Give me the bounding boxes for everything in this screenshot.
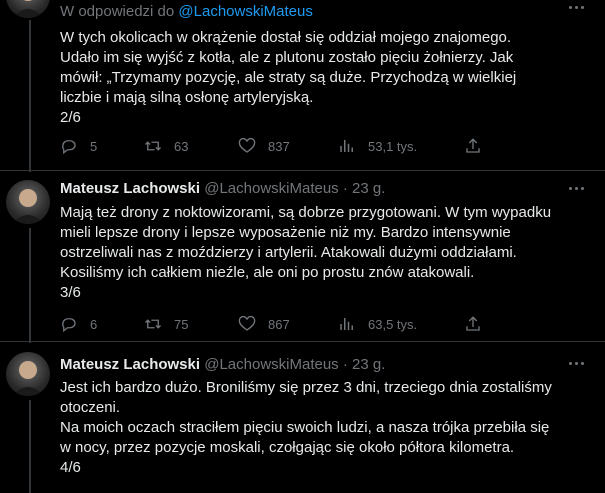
like-icon bbox=[238, 315, 256, 331]
share-icon bbox=[466, 316, 480, 331]
timestamp[interactable]: 23 g. bbox=[352, 180, 385, 197]
tweet-text-line: w nocy, przez pozycje moskali, czołgając… bbox=[60, 439, 515, 456]
views-count: 63,5 tys. bbox=[368, 316, 418, 332]
reply-prefix: W odpowiedzi do bbox=[60, 3, 175, 20]
tweet-thread-index: 3/6 bbox=[60, 284, 81, 301]
reply-context: W odpowiedzi do @LachowskiMateus bbox=[60, 3, 313, 20]
tweet-text: Mają też drony z noktowizorami, są dobrz… bbox=[60, 203, 590, 303]
tweet-text-line: W tych okolicach w okrążenie dostał się … bbox=[60, 29, 512, 46]
tweet-text-line: ostrzeliwali nas z moździerzy i artyleri… bbox=[60, 244, 517, 261]
like-button[interactable]: 867 bbox=[238, 314, 290, 334]
retweet-button[interactable]: 63 bbox=[144, 136, 188, 156]
reply-button[interactable]: 6 bbox=[60, 314, 97, 334]
thread-line bbox=[29, 20, 31, 172]
separator-dot: · bbox=[342, 180, 348, 197]
tweet-text-line: mówił: „Trzymamy pozycję, ale straty są … bbox=[60, 69, 517, 86]
like-count: 837 bbox=[268, 138, 290, 154]
author-name[interactable]: Mateusz Lachowski bbox=[60, 180, 200, 197]
tweet-text: W tych okolicach w okrążenie dostał się … bbox=[60, 28, 590, 128]
author-name[interactable]: Mateusz Lachowski bbox=[60, 356, 200, 373]
like-count: 867 bbox=[268, 316, 290, 332]
reply-count: 5 bbox=[90, 138, 98, 154]
reply-icon bbox=[62, 140, 76, 155]
tweet-text-line: Jest ich bardzo dużo. Broniliśmy się prz… bbox=[60, 379, 552, 396]
reply-icon bbox=[62, 318, 76, 333]
retweet-icon bbox=[145, 141, 161, 151]
author-handle[interactable]: @LachowskiMateus bbox=[204, 180, 338, 197]
more-options-button[interactable] bbox=[567, 181, 587, 197]
tweet-thread-index: 4/6 bbox=[60, 459, 81, 476]
thread-line bbox=[29, 400, 31, 493]
mention-link[interactable]: @LachowskiMateus bbox=[178, 3, 312, 20]
tweet-header: Mateusz Lachowski @LachowskiMateus · 23 … bbox=[60, 180, 385, 197]
tweet-text: Jest ich bardzo dużo. Broniliśmy się prz… bbox=[60, 378, 590, 478]
retweet-button[interactable]: 75 bbox=[144, 314, 188, 334]
tweet[interactable]: Mateusz Lachowski @LachowskiMateus · 23 … bbox=[0, 342, 605, 493]
avatar[interactable] bbox=[6, 180, 50, 224]
avatar[interactable] bbox=[6, 352, 50, 396]
thread-line bbox=[29, 228, 31, 343]
views-count: 53,1 tys. bbox=[368, 138, 418, 154]
share-button[interactable] bbox=[464, 314, 482, 334]
reply-count: 6 bbox=[90, 316, 98, 332]
more-icon bbox=[569, 187, 572, 190]
more-icon bbox=[569, 362, 572, 365]
retweet-icon bbox=[145, 319, 161, 329]
share-icon bbox=[466, 138, 480, 153]
tweet-text-line: Na moich oczach straciłem pięciu swoich … bbox=[60, 419, 550, 436]
views-button[interactable]: 53,1 tys. bbox=[338, 136, 417, 156]
tweet-text-line: liczbie i mają silną osłonę artyleryjską… bbox=[60, 89, 314, 106]
more-options-button[interactable] bbox=[567, 356, 587, 372]
tweet-text-line: mieli lepsze drony i lepsze wyposażenie … bbox=[60, 224, 511, 241]
retweet-count: 75 bbox=[174, 316, 189, 332]
separator-dot: · bbox=[342, 356, 348, 373]
tweet-text-line: otoczeni. bbox=[60, 399, 121, 416]
tweet[interactable]: Mateusz Lachowski @LachowskiMateus · 23 … bbox=[0, 171, 605, 343]
author-handle[interactable]: @LachowskiMateus bbox=[204, 356, 338, 373]
views-icon bbox=[340, 318, 353, 330]
like-button[interactable]: 837 bbox=[238, 136, 290, 156]
views-button[interactable]: 63,5 tys. bbox=[338, 314, 417, 334]
retweet-count: 63 bbox=[174, 138, 189, 154]
tweet-text-line: Mają też drony z noktowizorami, są dobrz… bbox=[60, 204, 552, 221]
reply-button[interactable]: 5 bbox=[60, 136, 97, 156]
tweet[interactable]: W odpowiedzi do @LachowskiMateus W tych … bbox=[0, 0, 605, 172]
timestamp[interactable]: 23 g. bbox=[352, 356, 385, 373]
tweet-thread-index: 2/6 bbox=[60, 109, 81, 126]
tweet-text-line: Udało im się wyjść z kotła, ale z pluton… bbox=[60, 49, 514, 66]
like-icon bbox=[238, 137, 256, 153]
tweet-text-line: Kosiliśmy ich całkiem nieźle, ale oni po… bbox=[60, 264, 475, 281]
views-icon bbox=[340, 140, 353, 152]
action-bar: 6 75 867 63,5 tys. bbox=[60, 314, 590, 334]
share-button[interactable] bbox=[464, 136, 482, 156]
more-icon bbox=[569, 6, 572, 9]
tweet-header: Mateusz Lachowski @LachowskiMateus · 23 … bbox=[60, 356, 385, 373]
action-bar: 5 63 837 53,1 tys. bbox=[60, 136, 590, 156]
avatar[interactable] bbox=[6, 0, 50, 18]
more-options-button[interactable] bbox=[567, 0, 587, 16]
